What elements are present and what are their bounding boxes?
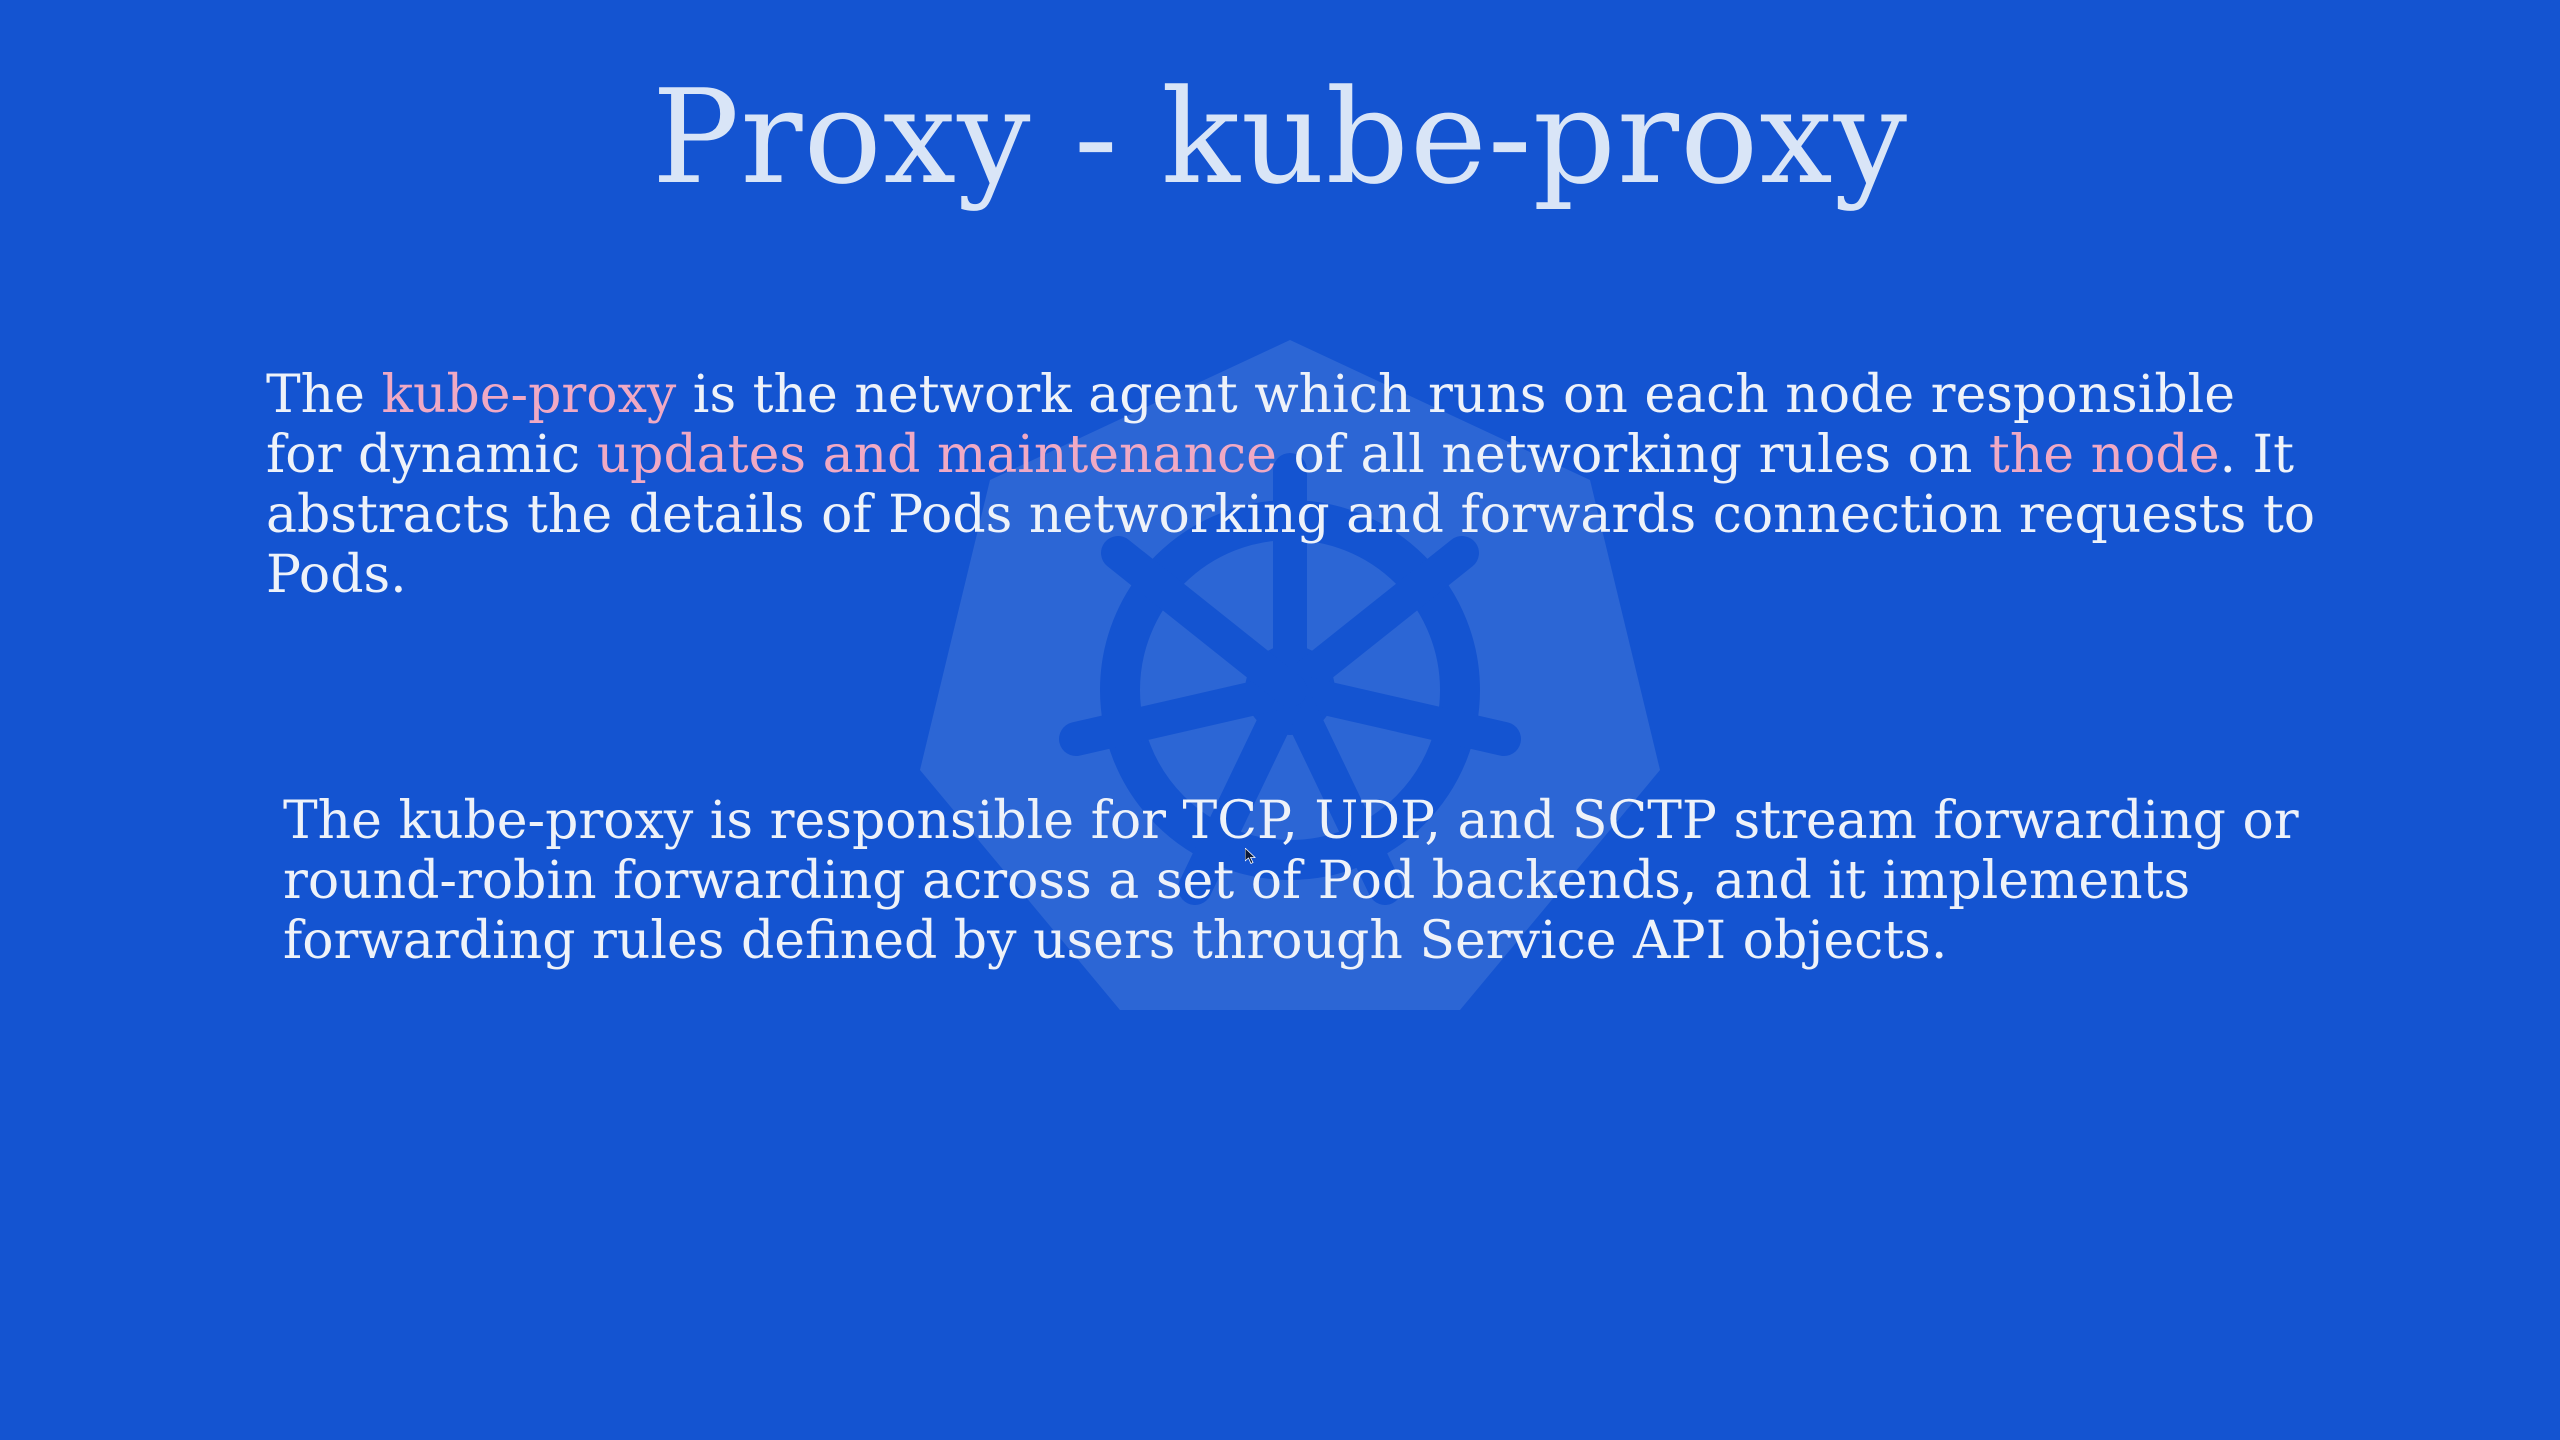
slide-title: Proxy - kube-proxy (651, 61, 1909, 213)
paragraph-kube-proxy-forwarding: The kube-proxy is responsible for TCP, U… (283, 791, 2299, 971)
highlight-the-node: the node (1988, 425, 2220, 485)
paragraph-text: The (266, 365, 382, 425)
paragraph-kube-proxy-definition: The kube-proxy is the network agent whic… (266, 365, 2326, 605)
highlight-kube-proxy: kube-proxy (381, 365, 677, 425)
paragraph-text: of all networking rules on (1276, 425, 1989, 485)
mouse-pointer-icon (1245, 848, 1257, 864)
highlight-updates-maintenance: updates and maintenance (596, 425, 1277, 485)
